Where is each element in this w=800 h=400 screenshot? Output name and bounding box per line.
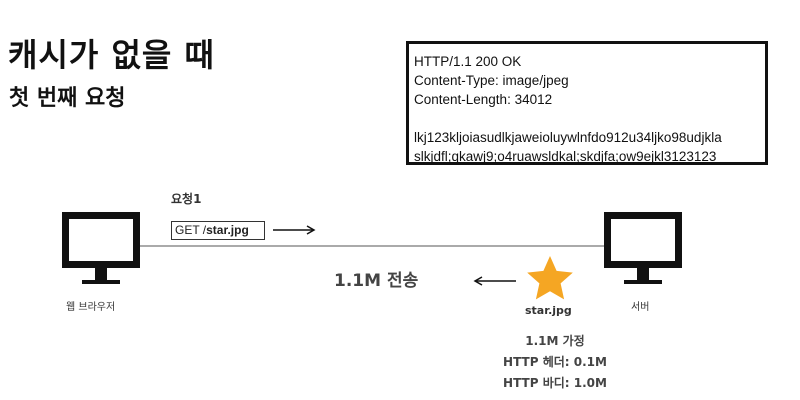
- response-status-line: HTTP/1.1 200 OK: [414, 54, 522, 69]
- server-monitor-icon: [604, 212, 682, 284]
- request-line-box: GET /star.jpg: [171, 221, 265, 240]
- response-content-type: Content-Type: image/jpeg: [414, 73, 569, 88]
- resource-note-header: HTTP 헤더: 0.1M: [503, 355, 607, 369]
- resource-note-size: 1.1M 가정: [525, 334, 585, 348]
- http-response-box: HTTP/1.1 200 OK Content-Type: image/jpeg…: [406, 41, 768, 165]
- page-title: 캐시가 없을 때: [8, 36, 215, 74]
- request-label: 요청1: [171, 192, 202, 206]
- server-label: 서버: [631, 302, 650, 313]
- request-path: star.jpg: [206, 223, 249, 237]
- resource-notes: 1.1M 가정 HTTP 헤더: 0.1M HTTP 바디: 1.0M: [490, 331, 620, 394]
- client-monitor-icon: [62, 212, 140, 284]
- resource-note-body: HTTP 바디: 1.0M: [503, 376, 607, 390]
- star-icon: [527, 256, 573, 300]
- request-method: GET /: [175, 223, 207, 237]
- response-body-line-1: lkj123kljoiasudlkjaweioluywlnfdo912u34lj…: [414, 130, 722, 145]
- response-content-length: Content-Length: 34012: [414, 92, 553, 107]
- transfer-size-label: 1.1M 전송: [334, 271, 419, 291]
- response-blank-line: [414, 109, 765, 128]
- request-arrow-icon: [273, 225, 316, 235]
- response-body-line-2: slkjdfl;qkawj9;o4ruawsldkal;skdjfa;ow9ej…: [414, 149, 717, 164]
- client-label: 웹 브라우저: [66, 302, 116, 313]
- response-arrow-icon: [473, 276, 516, 286]
- page-subtitle: 첫 번째 요청: [9, 86, 126, 111]
- resource-name: star.jpg: [525, 304, 572, 317]
